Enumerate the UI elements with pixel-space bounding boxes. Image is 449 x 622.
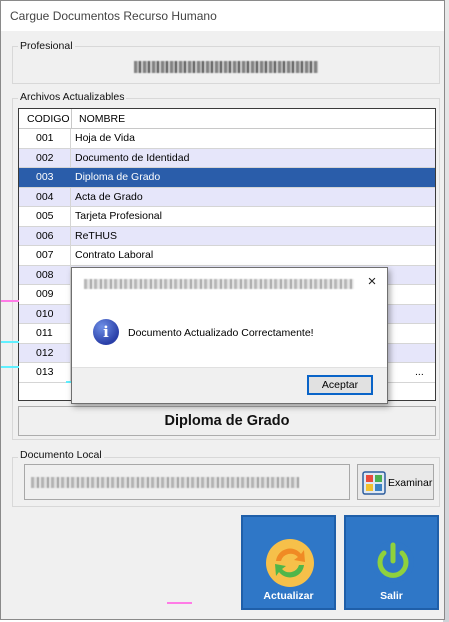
cell-codigo: 003 <box>19 168 71 187</box>
cell-nombre: Diploma de Grado <box>75 171 161 183</box>
render-artifact <box>1 341 19 343</box>
dialog-title-bar: × <box>72 268 387 298</box>
local-path-redacted <box>31 477 299 488</box>
dialog-title-redacted <box>84 279 354 289</box>
selected-document-name: Diploma de Grado <box>164 413 290 429</box>
table-row[interactable]: 003 Diploma de Grado <box>19 168 435 188</box>
table-row[interactable]: 006 ReTHUS <box>19 226 435 246</box>
aceptar-button[interactable]: Aceptar <box>307 375 373 395</box>
window-title: Cargue Documentos Recurso Humano <box>10 9 217 23</box>
table-row[interactable]: 007 Contrato Laboral <box>19 246 435 266</box>
column-header-codigo[interactable]: CODIGO <box>27 113 70 125</box>
cell-nombre: Tarjeta Profesional <box>75 210 162 222</box>
dialog-footer: Aceptar <box>72 367 387 403</box>
cell-nombre: ReTHUS <box>75 229 118 242</box>
cell-codigo: 007 <box>19 246 71 265</box>
cell-nombre: Hoja de Vida <box>75 132 135 144</box>
profesional-label: Profesional <box>18 40 75 52</box>
column-header-nombre[interactable]: NOMBRE <box>79 113 125 125</box>
actualizar-button[interactable]: Actualizar <box>241 515 336 610</box>
examinar-label: Examinar <box>388 477 433 489</box>
cell-codigo: 011 <box>19 324 71 343</box>
actualizar-label: Actualizar <box>263 590 314 602</box>
info-icon: i <box>93 319 119 345</box>
render-artifact <box>1 366 19 368</box>
cell-codigo: 006 <box>19 226 71 245</box>
render-artifact <box>1 300 19 302</box>
cell-codigo: 012 <box>19 343 71 362</box>
cell-codigo: 008 <box>19 265 71 284</box>
power-icon <box>372 541 414 583</box>
cell-codigo: 013 <box>19 363 71 382</box>
cell-codigo: 001 <box>19 129 71 148</box>
message-dialog: × i Documento Actualizado Correctamente!… <box>71 267 388 404</box>
grid-header: CODIGO NOMBRE <box>19 109 435 129</box>
salir-label: Salir <box>380 590 403 602</box>
cell-nombre: Documento de Identidad <box>75 151 190 164</box>
documento-local-label: Documento Local <box>18 449 104 461</box>
table-row[interactable]: 002 Documento de Identidad <box>19 148 435 168</box>
salir-button[interactable]: Salir <box>344 515 439 610</box>
dialog-close-icon[interactable]: × <box>363 273 381 291</box>
cell-codigo: 009 <box>19 285 71 304</box>
selected-document-box: Diploma de Grado <box>18 406 436 436</box>
cell-nombre: Contrato Laboral <box>75 249 154 261</box>
cell-nombre: Acta de Grado <box>75 190 143 203</box>
table-row[interactable]: 004 Acta de Grado <box>19 187 435 207</box>
browse-icon <box>362 471 386 495</box>
cell-codigo: 010 <box>19 304 71 323</box>
local-path-field[interactable] <box>24 464 350 500</box>
render-artifact <box>167 602 192 604</box>
header-divider <box>71 109 72 129</box>
title-bar: Cargue Documentos Recurso Humano <box>1 1 444 31</box>
profesional-name-redacted <box>134 61 318 73</box>
dialog-message: Documento Actualizado Correctamente! <box>128 327 314 339</box>
refresh-icon <box>266 539 314 587</box>
cell-codigo: 005 <box>19 207 71 226</box>
table-row[interactable]: 001 Hoja de Vida <box>19 129 435 149</box>
cell-codigo: 002 <box>19 148 71 167</box>
cell-codigo: 004 <box>19 187 71 206</box>
cell-nombre: ... <box>415 366 424 378</box>
examinar-button[interactable]: Examinar <box>357 464 434 500</box>
archivos-label: Archivos Actualizables <box>18 91 127 103</box>
table-row[interactable]: 005 Tarjeta Profesional <box>19 207 435 227</box>
